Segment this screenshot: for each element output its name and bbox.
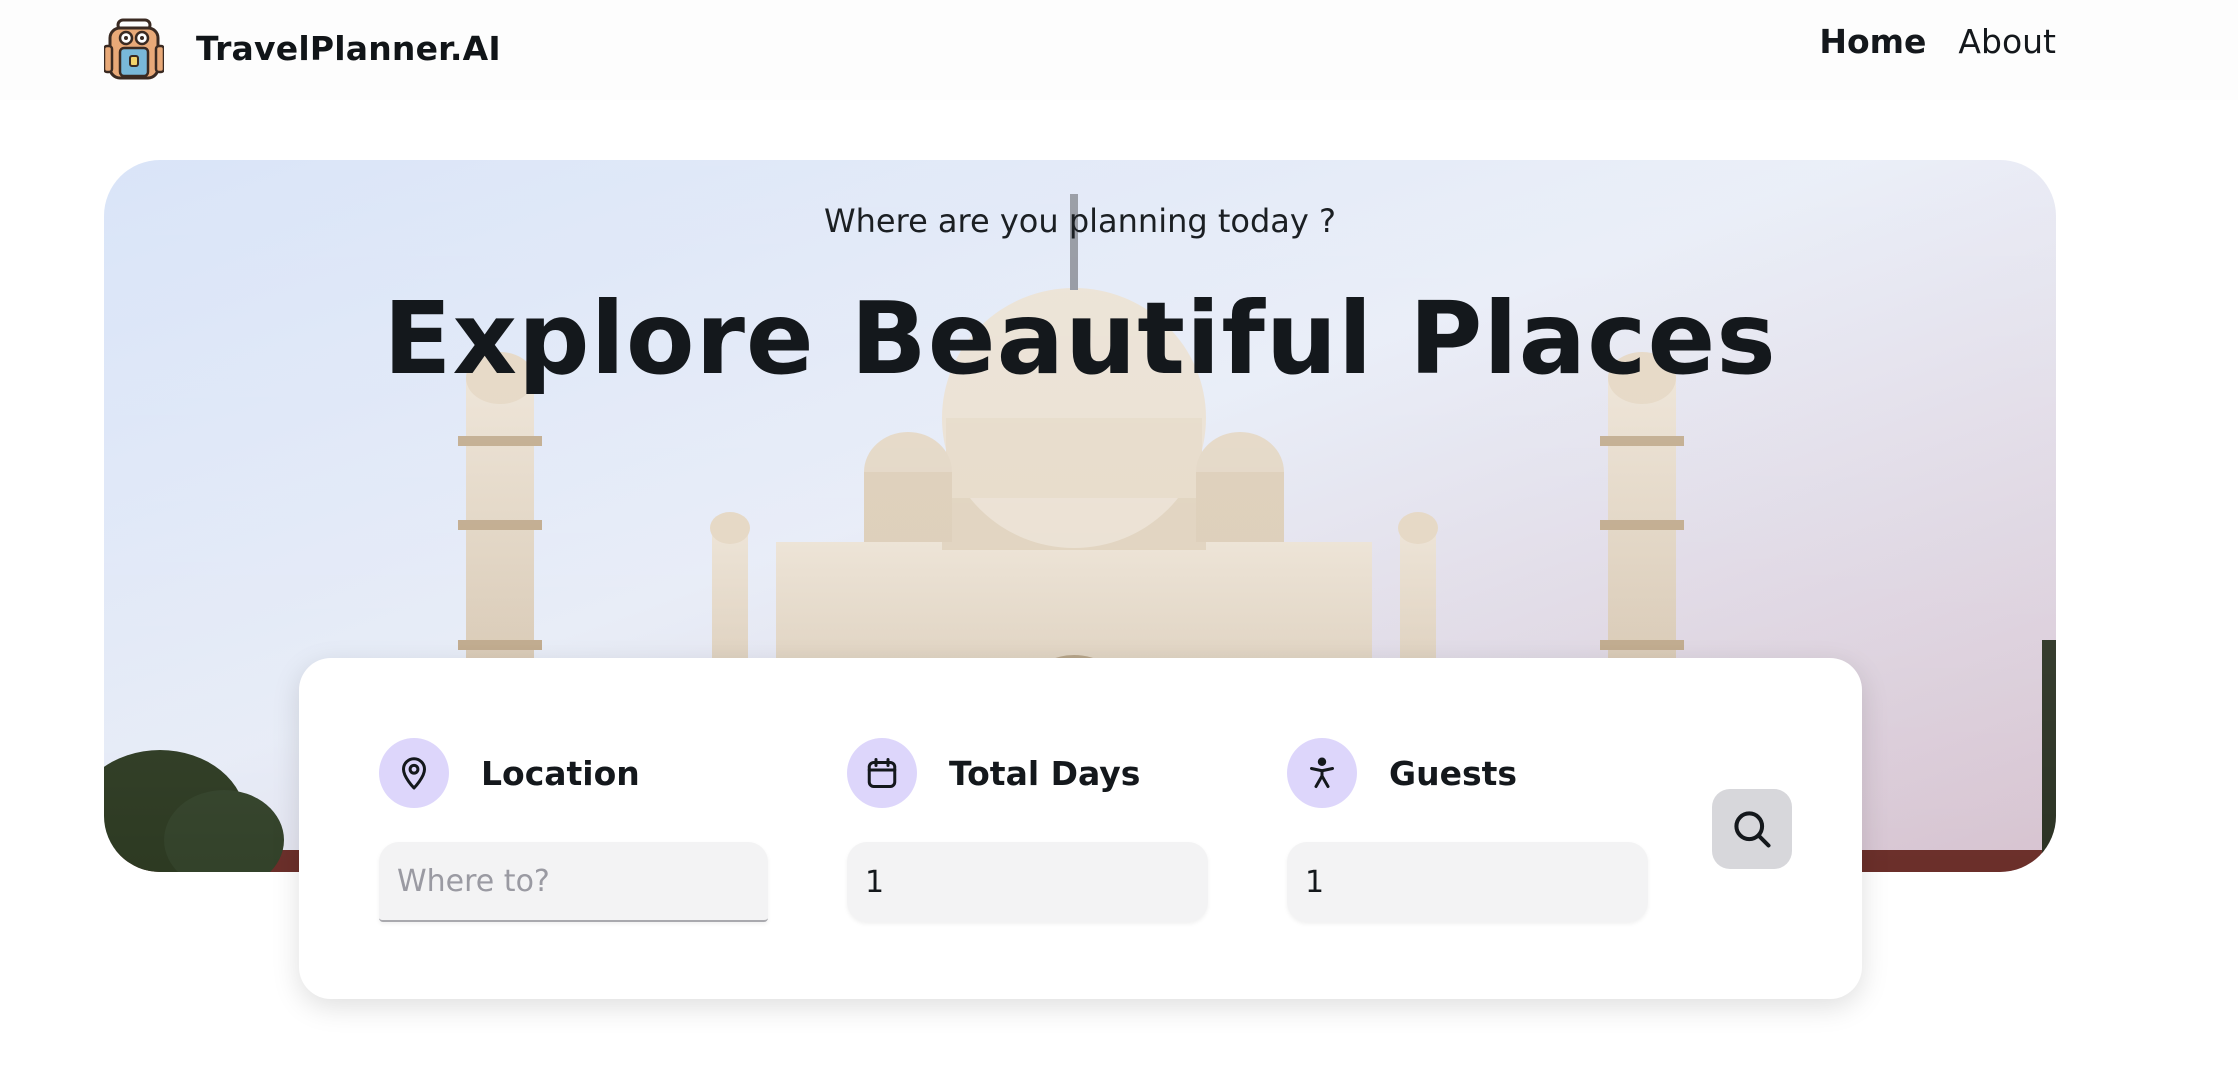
backpack-icon [104,18,164,80]
location-field: Location [379,738,768,922]
map-pin-icon [402,757,426,790]
person-icon-circle [1287,738,1357,808]
guests-label-row: Guests [1287,738,1648,808]
location-input[interactable] [379,842,768,922]
hero-subtitle: Where are you planning today ? [824,202,1336,240]
brand-name: TravelPlanner.AI [196,28,501,68]
nav-home-link[interactable]: Home [1819,22,1926,61]
guests-label: Guests [1389,753,1518,793]
calendar-icon-circle [847,738,917,808]
search-button[interactable] [1712,789,1792,869]
total-days-field: Total Days [847,738,1208,922]
total-days-input[interactable] [847,842,1208,922]
nav-about-link[interactable]: About [1958,22,2056,61]
total-days-label: Total Days [949,753,1141,793]
total-days-label-row: Total Days [847,738,1208,808]
location-label-row: Location [379,738,768,808]
location-icon-circle [379,738,449,808]
brand[interactable]: TravelPlanner.AI [104,16,501,80]
search-card: Location Total Days [299,658,1862,999]
hero-title: Explore Beautiful Places [383,280,1777,397]
search-icon [1734,811,1771,848]
location-label: Location [481,753,640,793]
guests-field: Guests [1287,738,1648,922]
nav-links: Home About [1819,22,2056,61]
calendar-icon [867,758,897,788]
navbar: TravelPlanner.AI Home About [0,0,2238,100]
person-icon [1310,757,1334,788]
guests-input[interactable] [1287,842,1648,922]
